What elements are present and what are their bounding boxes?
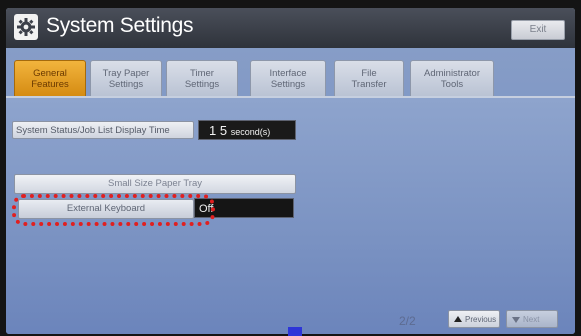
settings-tabs: General Features Tray Paper Settings Timer… [10,60,570,97]
down-arrow-icon [512,317,520,323]
tab-label: General [33,68,67,79]
tab-label: Transfer [351,79,387,90]
tab-label: Timer [190,68,214,79]
tab-label: Administrator [424,68,480,79]
highlight-circle [12,194,215,226]
up-arrow-icon [454,316,462,322]
tab-file-transfer[interactable]: File Transfer [334,60,404,97]
tab-timer-settings[interactable]: Timer Settings [166,60,238,97]
tab-label: Settings [270,79,306,90]
tab-administrator-tools[interactable]: Administrator Tools [410,60,494,97]
page-indicator: 2/2 [399,314,416,328]
tab-label: Interface [269,68,307,79]
exit-button[interactable]: Exit [511,20,565,40]
small-size-paper-tray-button[interactable]: Small Size Paper Tray [14,174,296,194]
status-display-time-label: System Status/Job List Display Time [12,121,194,139]
previous-button[interactable]: Previous [448,310,500,328]
status-led [288,327,302,336]
tab-label: File [361,68,377,79]
status-display-time-number: 1 5 [209,123,228,138]
next-label: Next [523,315,540,324]
tab-label: Settings [108,79,144,90]
status-display-time-unit: second(s) [230,127,271,137]
touch-screen: System Settings Exit General Features Tra… [6,8,575,334]
tab-general-features[interactable]: General Features [14,60,86,97]
settings-panel: System Status/Job List Display Time 1 5 … [6,96,575,334]
gear-icon [14,14,38,40]
next-button[interactable]: Next [506,310,558,328]
status-display-time-value[interactable]: 1 5 second(s) [198,120,296,140]
tab-label: Settings [184,79,220,90]
tab-label: Features [31,79,69,90]
tab-interface-settings[interactable]: Interface Settings [250,60,326,97]
previous-label: Previous [465,315,497,324]
window-title: System Settings [46,14,194,37]
title-bar: System Settings Exit [6,8,575,48]
tab-label: Tray Paper [102,68,150,79]
tab-label: Tools [440,79,464,90]
tab-tray-paper-settings[interactable]: Tray Paper Settings [90,60,162,97]
